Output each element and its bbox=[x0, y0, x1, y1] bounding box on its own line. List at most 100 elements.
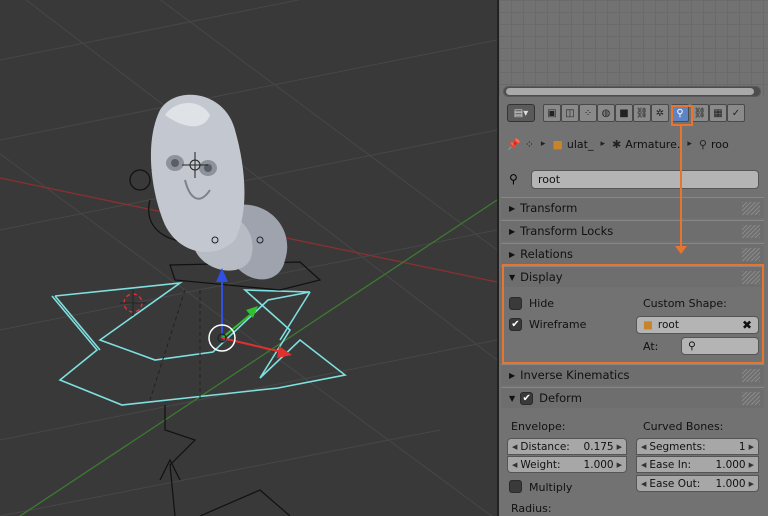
ease-in-label: Ease In: bbox=[649, 458, 692, 471]
bone-constraints-icon[interactable]: ⛓ bbox=[691, 104, 709, 122]
panel-relations[interactable]: ▶ Relations bbox=[501, 243, 764, 264]
bone-name-row: ⚲ root bbox=[499, 168, 768, 192]
breadcrumb-separator-icon: ▸ bbox=[687, 139, 692, 149]
custom-bone-shape bbox=[51, 281, 347, 406]
increment-arrow-icon[interactable]: ▶ bbox=[749, 461, 754, 469]
scene-icon[interactable]: ⁘ bbox=[579, 104, 597, 122]
weight-field[interactable]: ◀ Weight: 1.000 ▶ bbox=[507, 456, 627, 473]
segments-value: 1 bbox=[738, 440, 746, 453]
collapsed-triangle-icon: ▶ bbox=[509, 370, 516, 380]
custom-shape-field[interactable]: ■ root ✖ bbox=[636, 316, 759, 334]
curved-bones-label: Curved Bones: bbox=[643, 420, 724, 433]
clear-x-icon[interactable]: ✖ bbox=[742, 318, 752, 332]
scrollbar-thumb[interactable] bbox=[506, 88, 754, 95]
render-icon[interactable]: ▣ bbox=[543, 104, 561, 122]
breadcrumb-bone: roo bbox=[710, 137, 729, 151]
at-bone-field[interactable]: ⚲ bbox=[681, 337, 759, 355]
bone-icon: ⚲ bbox=[688, 340, 696, 352]
modifiers-icon[interactable]: ✲ bbox=[651, 104, 669, 122]
bone-tab-icon[interactable]: ⚲ bbox=[671, 104, 689, 122]
distance-field[interactable]: ◀ Distance: 0.175 ▶ bbox=[507, 438, 627, 455]
weight-label: Weight: bbox=[520, 458, 561, 471]
panel-deform[interactable]: ▼ ✔ Deform bbox=[501, 387, 764, 408]
panel-relations-label: Relations bbox=[520, 247, 573, 261]
ease-out-value: 1.000 bbox=[715, 477, 746, 490]
3d-viewport[interactable] bbox=[0, 0, 497, 516]
properties-editor: ▤▾ ▣ ◫ ⁘ ◍ ■ ⛓ ✲ ⚲ ⛓ ▦ ✓ 📌 ⁘ ▸ ■ ulat_ ▸… bbox=[499, 0, 768, 516]
multiply-label: Multiply bbox=[529, 481, 573, 494]
expanded-triangle-icon: ▼ bbox=[509, 393, 516, 403]
increment-arrow-icon[interactable]: ▶ bbox=[749, 443, 754, 451]
expanded-triangle-icon: ▼ bbox=[509, 272, 516, 282]
ease-out-field[interactable]: ◀ Ease Out: 1.000 ▶ bbox=[636, 475, 759, 492]
3d-cursor bbox=[120, 290, 146, 316]
panel-grip-icon[interactable] bbox=[742, 392, 760, 405]
panel-transform-locks-label: Transform Locks bbox=[520, 224, 614, 238]
hide-checkbox[interactable] bbox=[509, 297, 522, 310]
annotation-arrow-line bbox=[680, 126, 682, 250]
material-icon[interactable]: ✓ bbox=[727, 104, 745, 122]
panel-grip-icon[interactable] bbox=[742, 248, 760, 261]
annotation-arrow-head-icon bbox=[675, 246, 687, 254]
world-icon[interactable]: ◍ bbox=[597, 104, 615, 122]
collapsed-triangle-icon: ▶ bbox=[509, 249, 516, 259]
increment-arrow-icon[interactable]: ▶ bbox=[749, 480, 754, 488]
weight-value: 1.000 bbox=[583, 458, 614, 471]
panel-grip-icon[interactable] bbox=[742, 369, 760, 382]
collapsed-triangle-icon: ▶ bbox=[509, 203, 516, 213]
panel-grip-icon[interactable] bbox=[742, 225, 760, 238]
radius-label: Radius: bbox=[511, 502, 552, 515]
distance-value: 0.175 bbox=[583, 440, 614, 453]
bone-icon: ⚲ bbox=[698, 137, 707, 151]
scene-icon: ⁘ bbox=[524, 137, 534, 151]
breadcrumb-armature: Armature. bbox=[625, 137, 681, 151]
increment-arrow-icon[interactable]: ▶ bbox=[617, 461, 622, 469]
distance-label: Distance: bbox=[520, 440, 570, 453]
object-cube-icon: ■ bbox=[643, 319, 653, 331]
breadcrumb: 📌 ⁘ ▸ ■ ulat_ ▸ ✱ Armature. ▸ ⚲ roo bbox=[499, 130, 768, 158]
panel-transform-label: Transform bbox=[520, 201, 578, 215]
ease-in-value: 1.000 bbox=[715, 458, 746, 471]
custom-shape-value: root bbox=[657, 319, 679, 331]
envelope-label: Envelope: bbox=[511, 420, 566, 433]
custom-shape-label: Custom Shape: bbox=[643, 297, 727, 310]
panel-transform[interactable]: ▶ Transform bbox=[501, 197, 764, 218]
constraints-icon[interactable]: ⛓ bbox=[633, 104, 651, 122]
increment-arrow-icon[interactable]: ▶ bbox=[617, 443, 622, 451]
horizontal-scrollbar[interactable] bbox=[503, 86, 761, 97]
checkmark-icon: ✔ bbox=[511, 319, 520, 330]
properties-tab-bar: ▤▾ ▣ ◫ ⁘ ◍ ■ ⛓ ✲ ⚲ ⛓ ▦ ✓ bbox=[499, 100, 768, 128]
armature-icon: ✱ bbox=[611, 137, 622, 151]
panel-transform-locks[interactable]: ▶ Transform Locks bbox=[501, 220, 764, 241]
wireframe-checkbox[interactable]: ✔ bbox=[509, 318, 522, 331]
checkmark-icon: ✔ bbox=[522, 392, 531, 404]
mesh-body bbox=[150, 94, 288, 280]
panel-grip-icon[interactable] bbox=[742, 202, 760, 215]
editor-type-button[interactable]: ▤▾ bbox=[507, 104, 535, 122]
properties-empty-area bbox=[499, 0, 768, 96]
segments-field[interactable]: ◀ Segments: 1 ▶ bbox=[636, 438, 759, 455]
panel-display-label: Display bbox=[520, 270, 563, 284]
bone-name-field[interactable]: root bbox=[531, 170, 759, 189]
collapsed-triangle-icon: ▶ bbox=[509, 226, 516, 236]
viewport-scene bbox=[0, 0, 497, 516]
multiply-checkbox[interactable] bbox=[509, 480, 522, 493]
pin-icon[interactable]: 📌 bbox=[507, 138, 521, 151]
ease-in-field[interactable]: ◀ Ease In: 1.000 ▶ bbox=[636, 456, 759, 473]
breadcrumb-object: ulat_ bbox=[566, 137, 594, 151]
breadcrumb-separator-icon: ▸ bbox=[600, 139, 605, 149]
segments-label: Segments: bbox=[649, 440, 706, 453]
bone-icon: ⚲ bbox=[509, 172, 518, 186]
render-layers-icon[interactable]: ◫ bbox=[561, 104, 579, 122]
wireframe-label: Wireframe bbox=[529, 318, 587, 331]
at-label: At: bbox=[643, 340, 659, 353]
ease-out-label: Ease Out: bbox=[649, 477, 701, 490]
texture-icon[interactable]: ▦ bbox=[709, 104, 727, 122]
panel-display[interactable]: ▼ Display bbox=[501, 266, 764, 287]
object-icon[interactable]: ■ bbox=[615, 104, 633, 122]
panel-inverse-kinematics[interactable]: ▶ Inverse Kinematics bbox=[501, 364, 764, 385]
panel-grip-icon[interactable] bbox=[742, 271, 760, 284]
panel-deform-label: Deform bbox=[539, 391, 582, 405]
object-cube-icon: ■ bbox=[552, 137, 563, 151]
deform-checkbox[interactable]: ✔ bbox=[520, 391, 534, 405]
